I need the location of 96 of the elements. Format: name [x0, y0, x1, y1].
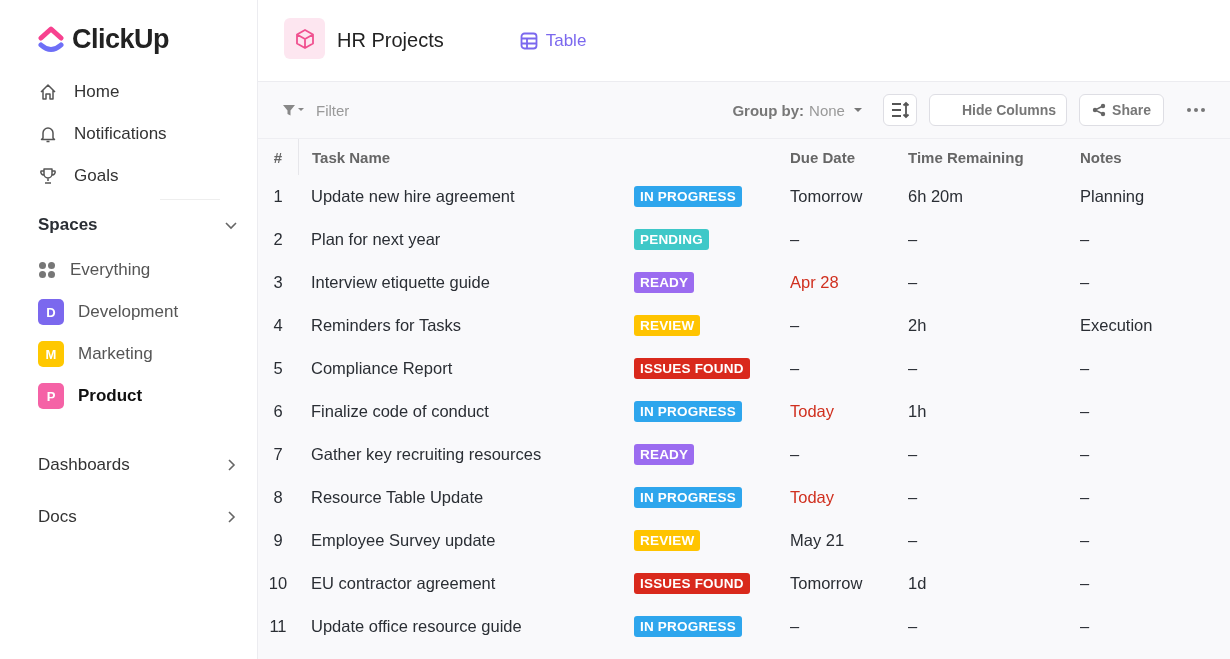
- row-number: 9: [272, 531, 284, 550]
- row-number: 4: [272, 316, 284, 335]
- column-header: Due Date: [790, 148, 857, 166]
- row-number: 7: [272, 445, 284, 464]
- row-number: 3: [272, 273, 284, 292]
- row-number: 8: [272, 488, 284, 507]
- notes-cell-text: –: [1080, 359, 1091, 378]
- logo-text: ClickUp: [72, 24, 170, 55]
- more-icon: [1186, 107, 1206, 113]
- due-date: Tomorrow: [790, 187, 864, 206]
- row-number: 11: [268, 617, 288, 636]
- due-date: Today: [790, 488, 836, 507]
- space-badge: D: [38, 299, 64, 325]
- status-tag[interactable]: READY: [634, 444, 695, 465]
- space-item[interactable]: P Product: [38, 375, 143, 417]
- status-tag[interactable]: ISSUES FOUND: [634, 573, 750, 594]
- column-header: Time Remaining: [908, 148, 1025, 166]
- due-date: –: [790, 359, 801, 378]
- notes-cell-text: –: [1080, 574, 1091, 593]
- logo-icon: [38, 25, 64, 54]
- time-remaining: –: [908, 359, 919, 378]
- time-remaining: –: [908, 273, 919, 292]
- notes-cell-text: –: [1080, 402, 1091, 421]
- share-icon: [1092, 103, 1107, 117]
- caret-icon: [852, 107, 863, 113]
- group-by-dropdown[interactable]: Group by: None: [732, 101, 863, 119]
- space-badge: M: [38, 341, 64, 367]
- due-date: –: [790, 230, 801, 249]
- task-name[interactable]: Update new hire agreement: [298, 187, 634, 206]
- sidebar-item[interactable]: Docs: [38, 507, 77, 527]
- notes-cell-text: –: [1080, 488, 1091, 507]
- notes-cell-text: –: [1080, 445, 1091, 464]
- hide-columns-button[interactable]: Hide Columns: [928, 94, 1068, 126]
- status-tag[interactable]: ISSUES FOUND: [634, 358, 750, 379]
- task-name[interactable]: Update office resource guide: [298, 617, 634, 636]
- sidebar-item[interactable]: Dashboards: [38, 455, 130, 475]
- table-icon: [519, 31, 538, 50]
- status-tag[interactable]: READY: [634, 272, 695, 293]
- time-remaining: –: [908, 617, 919, 636]
- column-header: Notes: [1080, 148, 1123, 166]
- notes-cell-text: –: [1080, 617, 1091, 636]
- due-date: Tomorrow: [790, 574, 864, 593]
- row-number: 1: [272, 187, 284, 206]
- task-name[interactable]: Reminders for Tasks: [298, 316, 634, 335]
- row-number: 10: [267, 574, 289, 593]
- time-remaining: 6h 20m: [908, 187, 965, 206]
- row-number: 2: [272, 230, 284, 249]
- notes-cell-text: Planning: [1080, 187, 1146, 206]
- task-name[interactable]: Finalize code of conduct: [298, 402, 634, 421]
- due-date: –: [790, 445, 801, 464]
- time-remaining: 1h: [908, 402, 928, 421]
- nav-item[interactable]: Home: [38, 71, 120, 113]
- due-date: –: [790, 617, 801, 636]
- row-number: 6: [272, 402, 284, 421]
- time-remaining: –: [908, 230, 919, 249]
- task-name[interactable]: Gather key recruiting resources: [298, 445, 634, 464]
- task-name[interactable]: Plan for next year: [298, 230, 634, 249]
- due-date: Apr 28: [790, 273, 840, 292]
- notes-cell-text: Execution: [1080, 316, 1154, 335]
- share-button[interactable]: Share: [1079, 94, 1164, 126]
- time-remaining: 2h: [908, 316, 928, 335]
- task-name[interactable]: Resource Table Update: [298, 488, 634, 507]
- section-title: Spaces: [38, 215, 98, 235]
- column-header: Task Name: [298, 139, 634, 175]
- space-item[interactable]: D Development: [38, 291, 179, 333]
- nav-item[interactable]: Notifications: [38, 113, 167, 155]
- space-badge: P: [38, 383, 64, 409]
- time-remaining: –: [908, 531, 919, 550]
- column-header: #: [272, 148, 284, 166]
- task-name[interactable]: Interview etiquette guide: [298, 273, 634, 292]
- due-date: Today: [790, 402, 836, 421]
- row-number: 5: [272, 359, 284, 378]
- project-title: HR Projects: [337, 29, 444, 52]
- task-name[interactable]: EU contractor agreement: [298, 574, 634, 593]
- bell-icon: [38, 124, 58, 144]
- grid-dots-icon: [38, 261, 56, 279]
- filter-icon: [282, 103, 306, 117]
- task-name[interactable]: Compliance Report: [298, 359, 634, 378]
- home-icon: [38, 82, 58, 102]
- time-remaining: –: [908, 445, 919, 464]
- space-item[interactable]: M Marketing: [38, 333, 153, 375]
- project-icon: [284, 18, 325, 59]
- due-date: –: [790, 316, 801, 335]
- time-remaining: 1d: [908, 574, 928, 593]
- notes-cell-text: –: [1080, 531, 1091, 550]
- sort-button[interactable]: [882, 94, 917, 126]
- due-date: May 21: [790, 531, 846, 550]
- task-name[interactable]: Employee Survey update: [298, 531, 634, 550]
- notes-cell-text: –: [1080, 230, 1091, 249]
- notes-cell-text: –: [1080, 273, 1091, 292]
- time-remaining: –: [908, 488, 919, 507]
- trophy-icon: [38, 166, 58, 186]
- nav-item[interactable]: Goals: [38, 155, 119, 197]
- sort-icon: [889, 101, 910, 119]
- view-tab[interactable]: Table: [519, 30, 587, 51]
- space-item[interactable]: Everything: [38, 249, 151, 291]
